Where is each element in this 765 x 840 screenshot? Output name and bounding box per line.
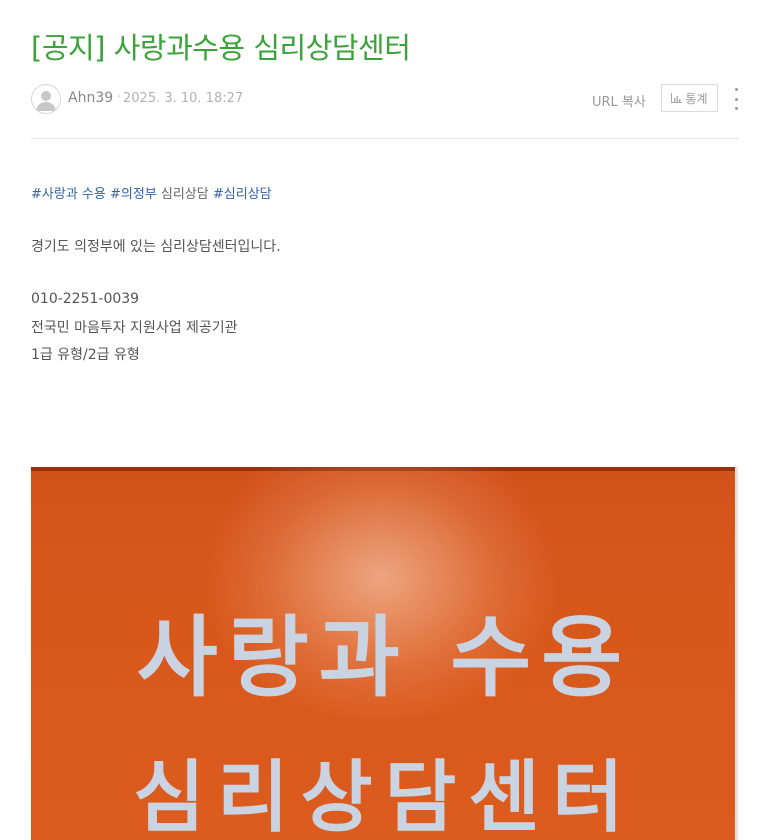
person-icon	[36, 91, 56, 111]
avatar[interactable]	[31, 84, 61, 114]
divider	[31, 138, 739, 139]
post-date: 2025. 3. 10. 18:27	[123, 91, 244, 106]
author-name[interactable]: Ahn39	[68, 90, 113, 106]
post-title: [공지] 사랑과수용 심리상담센터	[31, 31, 411, 66]
tag-list: #사랑과 수용 #의정부 심리상담 #심리상담	[31, 183, 272, 202]
tag-link[interactable]: #의정부	[110, 187, 157, 202]
body-text-intro: 경기도 의정부에 있는 심리상담센터입니다.	[31, 239, 281, 255]
sign-text-line1: 사랑과 수용	[136, 606, 633, 709]
more-vertical-icon[interactable]	[730, 88, 742, 110]
tag-plain-text: 심리상담	[160, 187, 209, 202]
body-text-phone: 010-2251-0039	[31, 291, 140, 307]
post-meta: Ahn39 · 2025. 3. 10. 18:27 URL 복사 통계	[31, 84, 739, 116]
post-image[interactable]: 사랑과 수용 심리상담센터	[31, 467, 738, 840]
bar-chart-icon	[671, 93, 683, 103]
url-copy-button[interactable]: URL 복사	[592, 91, 646, 110]
stats-button[interactable]: 통계	[661, 84, 718, 112]
body-text-types: 1급 유형/2급 유형	[31, 347, 140, 363]
meta-separator: ·	[117, 90, 122, 105]
tag-link[interactable]: #사랑과 수용	[31, 187, 106, 202]
body-text-program: 전국민 마음투자 지원사업 제공기관	[31, 320, 238, 336]
sign-text-line2: 심리상담센터	[133, 753, 636, 840]
stats-label: 통계	[685, 91, 708, 106]
tag-link[interactable]: #심리상담	[213, 187, 272, 202]
